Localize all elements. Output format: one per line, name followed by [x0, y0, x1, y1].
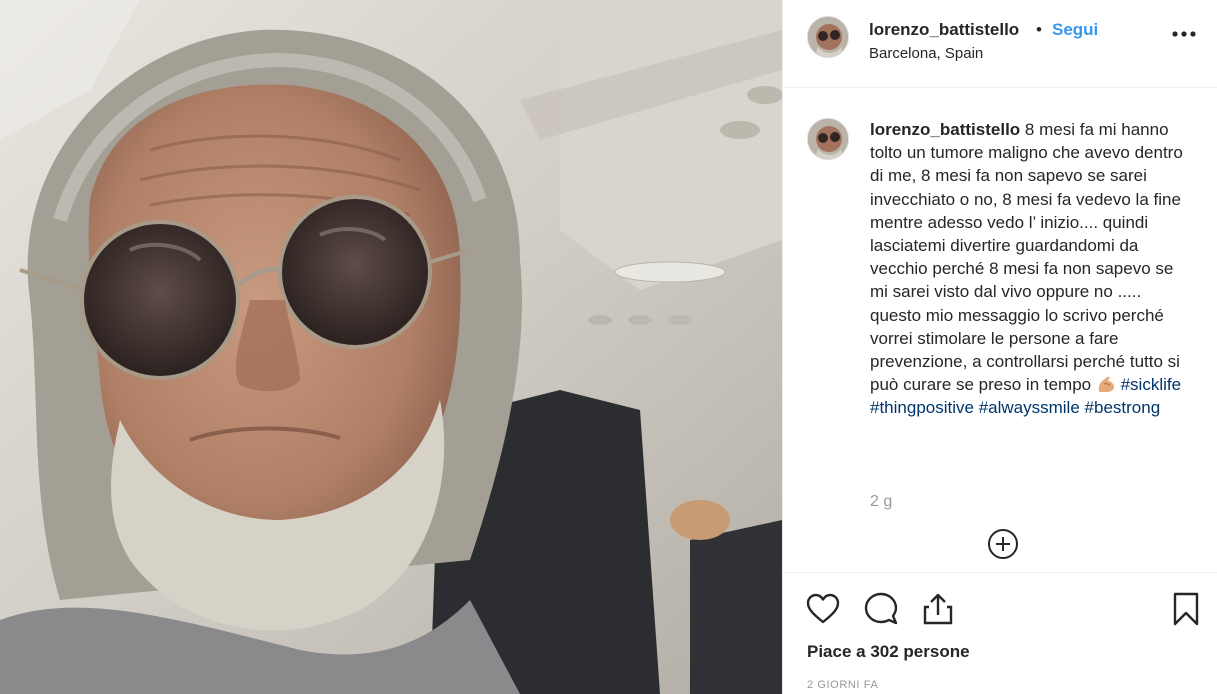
selfie-image [0, 0, 782, 694]
likes-count[interactable]: Piace a 302 persone [807, 642, 970, 662]
post-header: lorenzo_battistello • Segui Barcelona, S… [783, 0, 1217, 88]
location-link[interactable]: Barcelona, Spain [869, 45, 983, 62]
bookmark-icon [1173, 592, 1199, 626]
load-more-comments-icon[interactable] [988, 529, 1018, 559]
hashtag-link[interactable]: #sicklife [1121, 375, 1181, 394]
share-button[interactable] [920, 591, 956, 627]
more-options-icon[interactable] [1171, 22, 1201, 46]
comments-section: lorenzo_battistello 8 mesi fa mi hanno t… [783, 88, 1217, 572]
post-caption: lorenzo_battistello 8 mesi fa mi hanno t… [870, 118, 1190, 420]
more-horizontal-icon [1172, 31, 1196, 37]
username-link[interactable]: lorenzo_battistello [869, 20, 1019, 40]
caption-username-link[interactable]: lorenzo_battistello [870, 120, 1020, 139]
save-button[interactable] [1168, 591, 1204, 627]
action-bar: Piace a 302 persone 2 GIORNI FA [783, 572, 1217, 694]
like-button[interactable] [805, 591, 841, 627]
post-details-panel: lorenzo_battistello • Segui Barcelona, S… [782, 0, 1217, 694]
hashtag-link[interactable]: #thingpositive [870, 398, 974, 417]
flexed-biceps-emoji [1098, 377, 1114, 393]
hashtag-link[interactable]: #bestrong [1085, 398, 1161, 417]
share-icon [923, 593, 953, 625]
caption-avatar[interactable] [807, 118, 849, 160]
hashtag-link[interactable]: #alwayssmile [979, 398, 1080, 417]
heart-icon [806, 593, 840, 624]
post-photo[interactable] [0, 0, 782, 694]
avatar[interactable] [807, 16, 849, 58]
comment-icon [864, 592, 898, 625]
caption-text: 8 mesi fa mi hanno tolto un tumore malig… [870, 120, 1183, 395]
avatar-image [808, 119, 848, 159]
post-timestamp[interactable]: 2 GIORNI FA [807, 679, 878, 691]
comment-button[interactable] [863, 591, 899, 627]
caption-time[interactable]: 2 g [870, 493, 892, 511]
separator-dot: • [1036, 20, 1042, 39]
follow-button[interactable]: Segui [1052, 20, 1098, 40]
avatar-image [808, 17, 848, 57]
